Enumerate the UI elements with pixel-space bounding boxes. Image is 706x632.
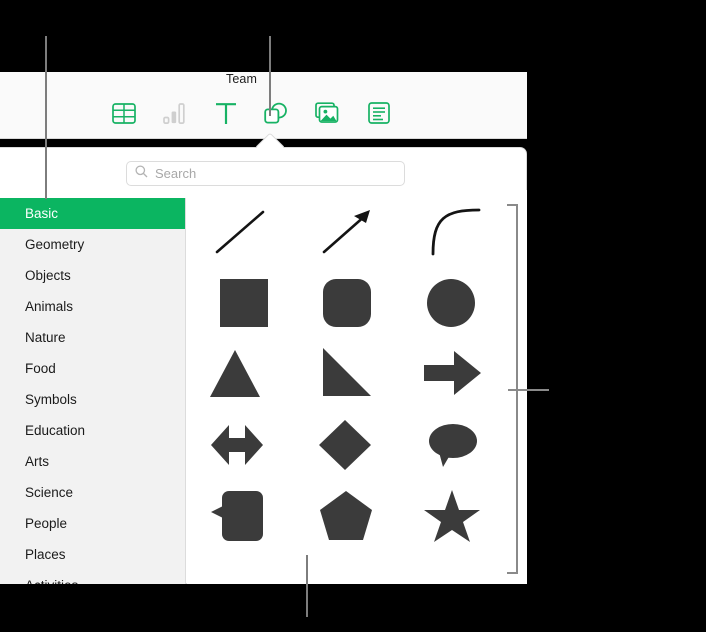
- star-shape[interactable]: [400, 480, 507, 551]
- category-item-nature[interactable]: Nature: [0, 322, 185, 353]
- callout-bracket-leader: [508, 389, 549, 391]
- double-arrow-shape[interactable]: [187, 409, 294, 480]
- rounded-square-shape[interactable]: [294, 267, 401, 338]
- square-shape[interactable]: [187, 267, 294, 338]
- toolbar-icon-group: [108, 98, 394, 128]
- category-item-label: Nature: [25, 330, 66, 345]
- category-item-geometry[interactable]: Geometry: [0, 229, 185, 260]
- callout-leader-shape-button: [269, 36, 271, 116]
- screenshot-root: Team Search Basic Geometry Objects Anima…: [0, 0, 706, 632]
- diamond-shape[interactable]: [294, 409, 401, 480]
- category-item-label: Activities: [25, 578, 78, 584]
- right-arrow-shape[interactable]: [400, 338, 507, 409]
- category-item-basic[interactable]: Basic: [0, 198, 185, 229]
- circle-shape[interactable]: [400, 267, 507, 338]
- category-item-label: Education: [25, 423, 86, 438]
- search-placeholder: Search: [155, 166, 197, 181]
- shapes-pane: [187, 190, 527, 584]
- arrow-shape[interactable]: [294, 196, 401, 267]
- popover-arrow: [254, 133, 284, 148]
- shapes-grid[interactable]: [187, 196, 507, 551]
- category-item-label: People: [25, 516, 68, 531]
- curved-line-shape[interactable]: [400, 196, 507, 267]
- rounded-callout-shape[interactable]: [187, 480, 294, 551]
- category-item-label: Food: [25, 361, 56, 376]
- category-item-label: Places: [25, 547, 66, 562]
- category-item-activities[interactable]: Activities: [0, 570, 185, 584]
- category-item-label: Arts: [25, 454, 50, 469]
- category-item-label: Objects: [25, 268, 71, 283]
- category-item-objects[interactable]: Objects: [0, 260, 185, 291]
- category-item-label: Animals: [25, 299, 74, 314]
- category-item-education[interactable]: Education: [0, 415, 185, 446]
- triangle-shape[interactable]: [187, 338, 294, 409]
- media-icon[interactable]: [312, 98, 343, 128]
- table-icon[interactable]: [108, 98, 139, 128]
- right-triangle-shape[interactable]: [294, 338, 401, 409]
- search-icon: [135, 164, 148, 183]
- category-item-arts[interactable]: Arts: [0, 446, 185, 477]
- search-input[interactable]: Search: [126, 161, 405, 186]
- category-item-label: Science: [25, 485, 74, 500]
- category-item-label: Geometry: [25, 237, 85, 252]
- shape-toolbar-button[interactable]: [261, 98, 292, 128]
- speech-bubble-shape[interactable]: [400, 409, 507, 480]
- category-item-symbols[interactable]: Symbols: [0, 384, 185, 415]
- page-title: Team: [226, 72, 257, 86]
- line-shape[interactable]: [187, 196, 294, 267]
- category-item-food[interactable]: Food: [0, 353, 185, 384]
- chart-icon[interactable]: [159, 98, 190, 128]
- callout-leader-categories: [45, 36, 47, 199]
- category-item-places[interactable]: Places: [0, 539, 185, 570]
- text-icon[interactable]: [210, 98, 241, 128]
- comment-icon[interactable]: [363, 98, 394, 128]
- callout-leader-shapes-grid: [306, 555, 308, 617]
- category-list[interactable]: Basic Geometry Objects Animals Nature Food Sym…: [0, 198, 186, 584]
- category-item-animals[interactable]: Animals: [0, 291, 185, 322]
- category-item-science[interactable]: Science: [0, 477, 185, 508]
- category-item-label: Symbols: [25, 392, 77, 407]
- pentagon-shape[interactable]: [294, 480, 401, 551]
- category-item-people[interactable]: People: [0, 508, 185, 539]
- category-item-label: Basic: [25, 206, 59, 221]
